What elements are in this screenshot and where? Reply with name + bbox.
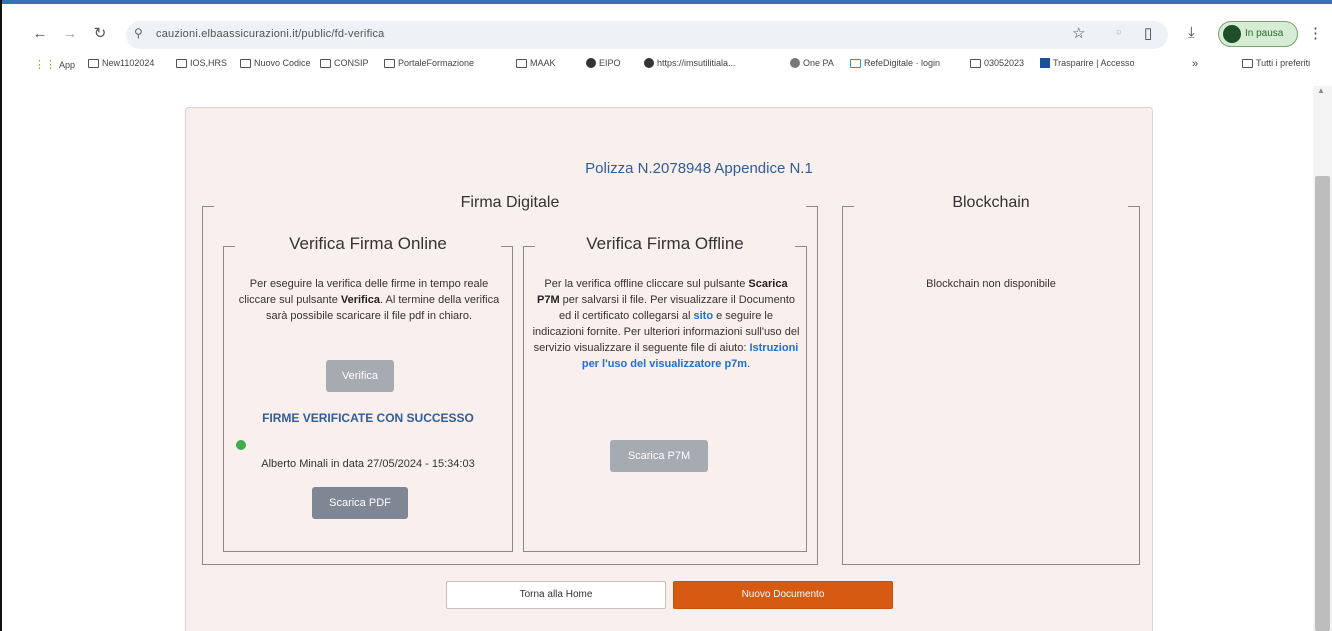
bookmark-star-icon[interactable]: ☆ [1072, 24, 1085, 42]
browser-chrome: ← → ↻ ⚲ cauzioni.elbaassicurazioni.it/pu… [4, 4, 1332, 86]
download-pdf-button[interactable]: Scarica PDF [312, 487, 408, 519]
bookmark-item[interactable]: EIPO [586, 58, 621, 68]
bookmark-item[interactable]: Trasparire | Accesso [1040, 58, 1135, 68]
home-button[interactable]: Torna alla Home [446, 581, 666, 609]
page-scrollbar[interactable]: ▲ [1313, 86, 1332, 631]
folder-icon [320, 58, 331, 68]
folder-icon [384, 58, 395, 68]
offline-instructions: Per la verifica offline cliccare sul pul… [532, 278, 800, 370]
address-bar[interactable]: ⚲ cauzioni.elbaassicurazioni.it/public/f… [126, 21, 1168, 49]
forward-icon[interactable]: → [60, 24, 80, 44]
online-instructions: Per eseguire la verifica delle firme in … [238, 278, 500, 322]
bookmark-item[interactable]: IOS,HRS [176, 58, 227, 68]
folder-icon [516, 58, 527, 68]
online-verification-box: Verifica Firma Online Per eseguire la ve… [223, 234, 513, 552]
folder-icon [970, 58, 981, 68]
bookmark-item[interactable]: https://imsutilitiala... [644, 58, 736, 68]
bookmark-apps[interactable]: ⋮⋮ App [34, 58, 75, 71]
extension-icon[interactable]: ▫ [1116, 24, 1121, 41]
reload-icon[interactable]: ↻ [90, 24, 110, 44]
bookmark-item[interactable]: 03052023 [970, 58, 1024, 68]
signer-info: Alberto Minali in data 27/05/2024 - 15:3… [261, 458, 475, 470]
address-url: cauzioni.elbaassicurazioni.it/public/fd-… [156, 28, 385, 40]
download-p7m-button[interactable]: Scarica P7M [610, 440, 708, 472]
content-panel: Polizza N.2078948 Appendice N.1 Firma Di… [185, 107, 1153, 631]
bookmark-item[interactable]: New1102024 [88, 58, 154, 68]
new-document-button[interactable]: Nuovo Documento [673, 581, 893, 609]
profile-chip[interactable]: In pausa [1218, 21, 1298, 47]
bookmark-all[interactable]: Tutti i preferiti [1242, 58, 1310, 68]
bookmarks-bar: ⋮⋮ App New1102024 IOS,HRS Nuovo Codice CO… [4, 56, 1332, 76]
menu-kebab-icon[interactable]: ⋮ [1308, 24, 1323, 42]
policy-title: Polizza N.2078948 Appendice N.1 [585, 160, 813, 177]
bookmark-item[interactable]: RefeDigitale · login [850, 58, 940, 68]
folder-icon [176, 58, 187, 68]
profile-label: In pausa [1245, 28, 1284, 39]
globe-icon [790, 58, 800, 68]
verify-button[interactable]: Verifica [326, 360, 394, 392]
blockchain-status: Blockchain non disponibile [926, 278, 1056, 290]
doc-icon [850, 58, 861, 68]
square-icon [1040, 58, 1050, 68]
bookmarks-overflow-icon[interactable]: » [1192, 58, 1198, 70]
avatar [1223, 25, 1241, 43]
toolbar: ← → ↻ ⚲ cauzioni.elbaassicurazioni.it/pu… [4, 20, 1332, 50]
bookmark-item[interactable]: Nuovo Codice [240, 58, 311, 68]
site-link[interactable]: sito [694, 310, 714, 322]
reading-list-icon[interactable]: ▯ [1144, 24, 1152, 42]
folder-icon [1242, 58, 1253, 68]
success-message: FIRME VERIFICATE CON SUCCESSO [262, 411, 474, 425]
offline-verification-box: Verifica Firma Offline Per la verifica o… [523, 234, 807, 552]
scroll-up-icon[interactable]: ▲ [1317, 86, 1325, 95]
site-info-icon[interactable]: ⚲ [134, 26, 143, 40]
bookmark-item[interactable]: PortaleFormazione [384, 58, 474, 68]
firma-digitale-fieldset: Firma Digitale Verifica Firma Online Per… [202, 194, 818, 565]
scrollbar-thumb[interactable] [1315, 176, 1330, 631]
folder-icon [88, 58, 99, 68]
bookmark-item[interactable]: MAAK [516, 58, 556, 68]
check-icon [236, 440, 246, 450]
blockchain-title: Blockchain [952, 194, 1030, 211]
folder-icon [240, 58, 251, 68]
browser-window: ← → ↻ ⚲ cauzioni.elbaassicurazioni.it/pu… [0, 0, 1332, 631]
download-icon[interactable]: ⤓ [1188, 24, 1195, 41]
globe-icon [644, 58, 654, 68]
online-title: Verifica Firma Online [289, 234, 447, 253]
bookmark-item[interactable]: One PA [790, 58, 834, 68]
offline-title: Verifica Firma Offline [586, 234, 744, 253]
globe-icon [586, 58, 596, 68]
bookmark-item[interactable]: CONSIP [320, 58, 369, 68]
apps-icon: ⋮⋮ [34, 59, 56, 71]
firma-digitale-title: Firma Digitale [460, 194, 560, 211]
back-icon[interactable]: ← [30, 24, 50, 44]
blockchain-fieldset: Blockchain Blockchain non disponibile [842, 194, 1140, 565]
